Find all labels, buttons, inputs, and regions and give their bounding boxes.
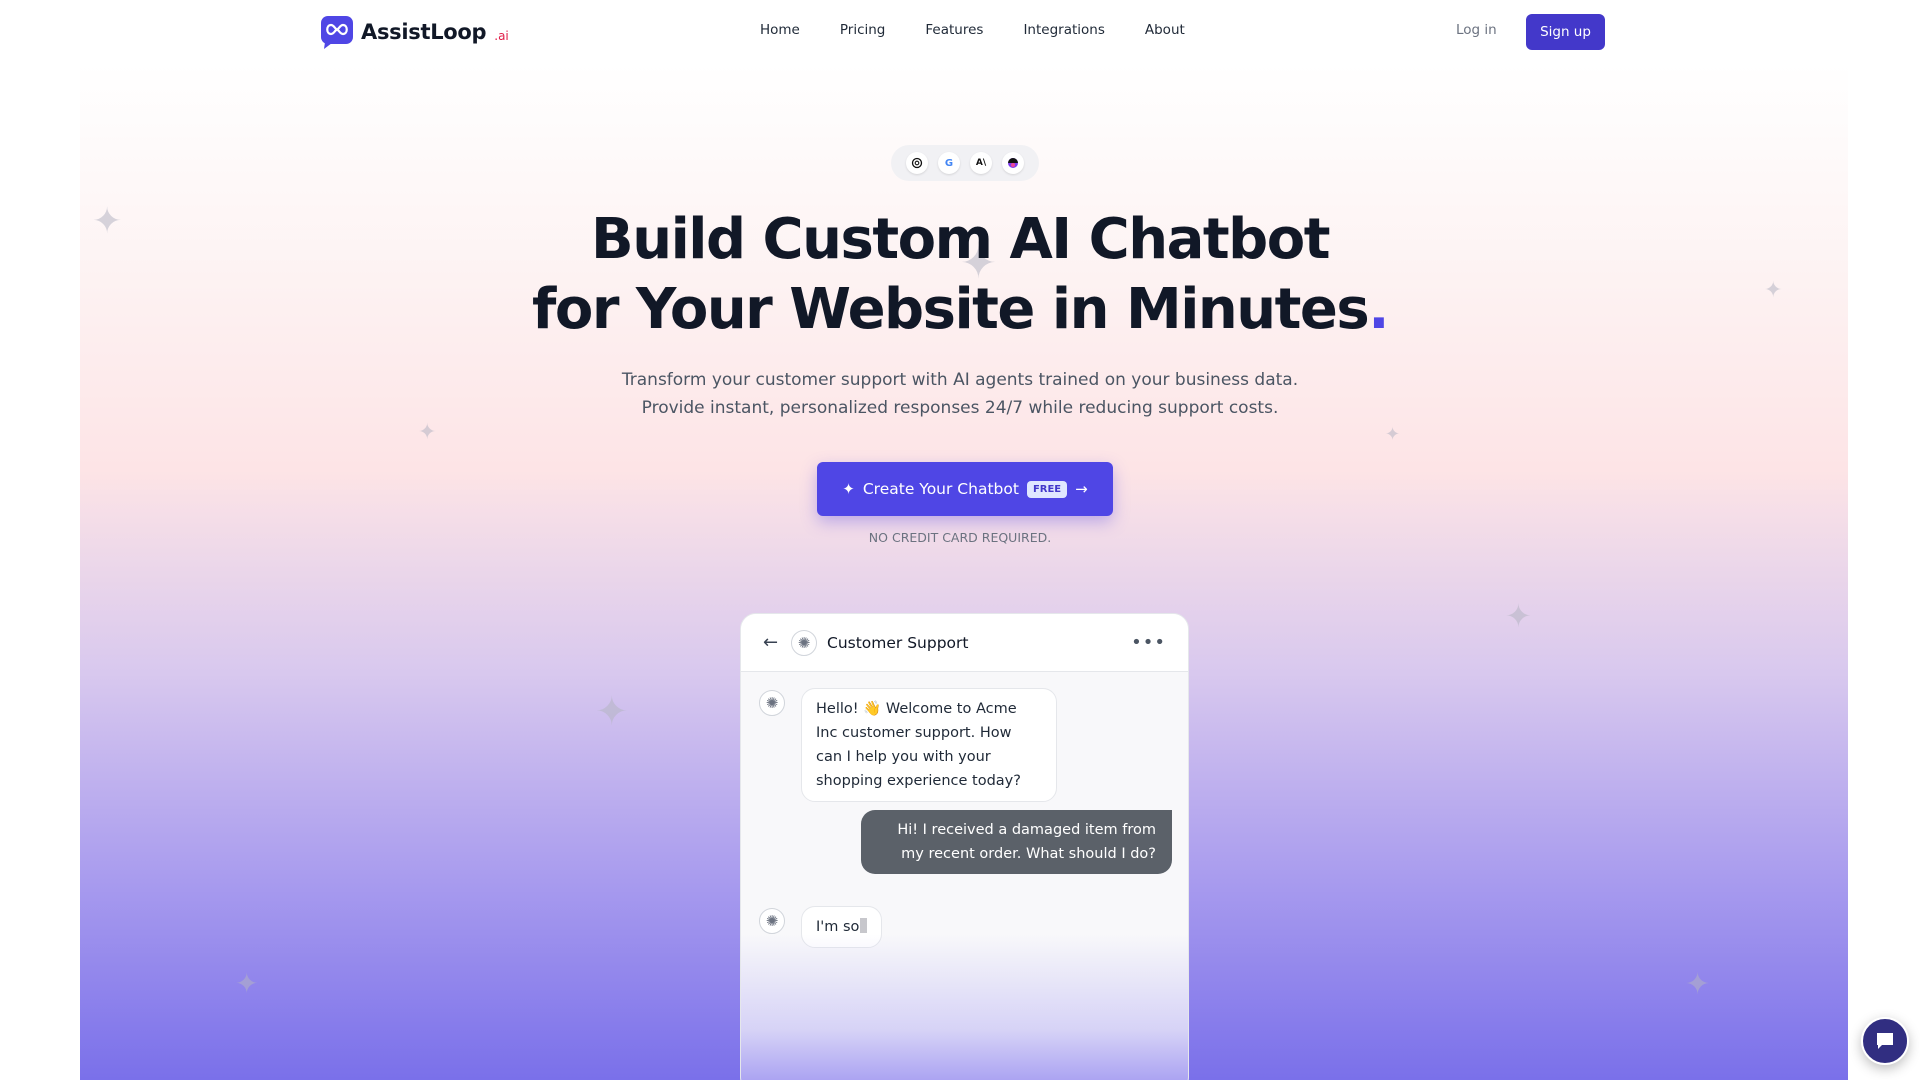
arrow-right-icon: → — [1075, 480, 1088, 498]
sparkle-icon: ✦ — [418, 420, 437, 445]
logo-icon — [321, 16, 353, 49]
sparkle-icon: ✦ — [235, 967, 259, 1000]
brand-logo[interactable]: AssistLoop .ai — [320, 15, 509, 49]
hero-subtitle-line1: Transform your customer support with AI … — [621, 370, 1299, 390]
google-icon: G — [938, 152, 960, 174]
top-navbar: AssistLoop .ai Home Pricing Features Int… — [0, 0, 1920, 64]
anthropic-icon: A\ — [970, 152, 992, 174]
bot-message: Hello! 👋 Welcome to Acme Inc customer su… — [801, 688, 1057, 802]
nav-features[interactable]: Features — [925, 22, 983, 38]
nav-pricing[interactable]: Pricing — [840, 22, 886, 38]
sparkles-icon: ✦ — [842, 480, 855, 498]
main-nav: Home Pricing Features Integrations About — [760, 22, 1185, 38]
brand-suffix: .ai — [494, 29, 509, 43]
hero-subtitle-line2: Provide instant, personalized responses … — [641, 398, 1279, 418]
hero-title-dot: . — [1368, 277, 1389, 342]
page: AssistLoop .ai Home Pricing Features Int… — [0, 0, 1920, 1080]
nav-home[interactable]: Home — [760, 22, 800, 38]
chat-bubble-icon — [1877, 1033, 1893, 1049]
more-options-icon[interactable]: ••• — [1131, 632, 1166, 653]
chat-fade-overlay — [741, 934, 1188, 1080]
model-icon — [1002, 152, 1024, 174]
chat-widget-preview: ← ✺ Customer Support ••• ✺ Hello! 👋 Welc… — [740, 613, 1189, 1080]
bot-avatar: ✺ — [759, 908, 785, 934]
nav-about[interactable]: About — [1145, 22, 1185, 38]
cta-label: Create Your Chatbot — [862, 480, 1019, 498]
hero-title: Build Custom AI Chatbot for Your Website… — [0, 205, 1920, 345]
openai-icon — [906, 152, 928, 174]
sparkle-icon: ✦ — [595, 689, 629, 735]
login-link[interactable]: Log in — [1456, 22, 1497, 38]
bot-avatar: ✺ — [759, 690, 785, 716]
brand-name: AssistLoop — [361, 20, 487, 44]
free-badge: FREE — [1026, 480, 1068, 498]
typing-cursor — [860, 918, 868, 933]
nav-integrations[interactable]: Integrations — [1023, 22, 1104, 38]
user-message: Hi! I received a damaged item from my re… — [861, 810, 1172, 874]
bot-avatar: ✺ — [791, 629, 817, 656]
hero-title-line2: for Your Website in Minutes — [531, 277, 1370, 342]
sparkle-icon: ✦ — [1385, 424, 1401, 445]
sparkle-icon: ✦ — [1685, 967, 1711, 1002]
hero-subtitle: Transform your customer support with AI … — [0, 366, 1920, 422]
no-credit-card-note: NO CREDIT CARD REQUIRED. — [868, 530, 1052, 545]
sparkle-icon: ✦ — [1505, 597, 1532, 635]
back-arrow-icon[interactable]: ← — [763, 632, 791, 653]
chat-header: ← ✺ Customer Support ••• — [741, 614, 1188, 672]
signup-button[interactable]: Sign up — [1526, 14, 1605, 50]
typing-text: I'm so — [816, 919, 860, 935]
ai-model-logos: G A\ — [891, 145, 1039, 181]
hero-title-line1: Build Custom AI Chatbot — [591, 207, 1330, 272]
chat-launcher-button[interactable] — [1861, 1017, 1909, 1065]
create-chatbot-button[interactable]: ✦ Create Your Chatbot FREE → — [817, 462, 1113, 516]
chat-title: Customer Support — [827, 633, 969, 652]
